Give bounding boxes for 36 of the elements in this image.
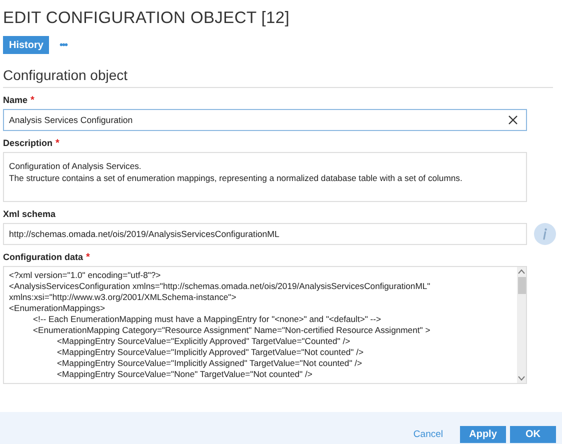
field-label: Name — [3, 95, 28, 105]
text-line: The structure contains a set of enumeration mappings, representing a normalized database table with a set of columns. — [9, 172, 464, 184]
history-button[interactable]: History — [3, 36, 50, 54]
description-field[interactable]: Configuration of Analysis Services. The structure contains a set of enumeration mappings, representing a normalized database table with a set of columns. — [3, 152, 527, 202]
code-line: <MappingEntry SourceValue="Implicitly Assigned" TargetValue="Not counted" /> — [57, 358, 362, 368]
text-line: Configuration of Analysis Services. — [9, 161, 142, 172]
code-field[interactable] — [3, 266, 527, 384]
code-line: <MappingEntry SourceValue="None" TargetValue="Not counted" /> — [57, 369, 312, 379]
scrollbar-thumb[interactable] — [518, 277, 526, 294]
scrollbar[interactable] — [517, 267, 526, 383]
more-button[interactable]: ••• — [57, 40, 69, 50]
code-line: <?xml version="1.0" encoding="utf-8"?> — [9, 270, 161, 280]
scroll-down-icon[interactable] — [518, 376, 525, 381]
ok-button[interactable]: OK — [510, 426, 556, 442]
code-line: <!-- Each EnumerationMapping must have a MappingEntry for "<none>" and "<default>" --> — [33, 314, 382, 324]
field-label: Configuration data — [3, 252, 83, 262]
required-asterisk: * — [56, 138, 60, 148]
code-line: <AnalysisServicesConfiguration xmlns="http://schemas.omada.net/ois/2019/AnalysisServicesConfigurationML" — [9, 281, 430, 291]
field-label: Description — [3, 138, 53, 148]
code-line: <MappingEntry SourceValue="Implicitly Approved" TargetValue="Not counted" /> — [57, 347, 364, 357]
section-title: Configuration object — [3, 66, 129, 84]
field-label: Xml schema — [3, 209, 56, 219]
required-asterisk: * — [30, 94, 34, 106]
cancel-link[interactable]: Cancel — [413, 428, 443, 440]
code-line: <EnumerationMapping Category="Resource Assignment" Name="Non-certified Resource Assignment" > — [33, 325, 430, 335]
code-line: xmlns:xsi="http://www.w3.org/2001/XMLSchema-instance"> — [9, 292, 236, 302]
scroll-up-icon[interactable] — [518, 269, 525, 274]
input-field[interactable]: http://schemas.omada.net/ois/2019/AnalysisServicesConfigurationML — [3, 223, 527, 245]
code-line: <EnumerationMappings> — [9, 303, 106, 313]
code-line: <MappingEntry SourceValue="Explicitly Approved" TargetValue="Counted" /> — [57, 336, 350, 346]
info-icon[interactable] — [534, 223, 556, 245]
clear-icon[interactable] — [508, 115, 518, 125]
input-field[interactable]: Analysis Services Configuration — [3, 109, 527, 131]
required-asterisk: * — [86, 252, 90, 262]
apply-button[interactable]: Apply — [460, 426, 506, 442]
page-title: EDIT CONFIGURATION OBJECT [12] — [3, 8, 291, 29]
